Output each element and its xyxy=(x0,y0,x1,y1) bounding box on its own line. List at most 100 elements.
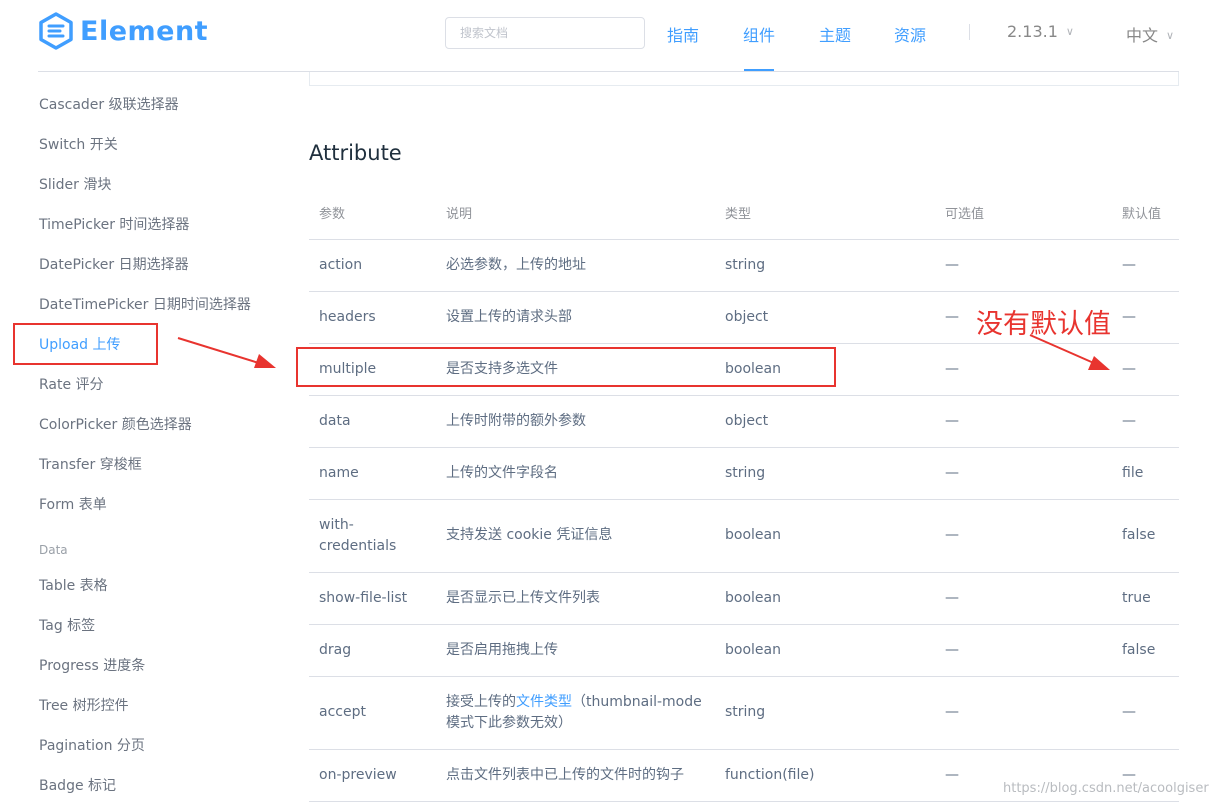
sidebar-item-tree[interactable]: Tree 树形控件 xyxy=(39,695,129,715)
sidebar-item-badge[interactable]: Badge 标记 xyxy=(39,775,116,795)
sidebar-item-switch[interactable]: Switch 开关 xyxy=(39,134,118,154)
upload-highlight-box xyxy=(13,323,158,365)
annotation-text: 没有默认值 xyxy=(976,309,1111,340)
chevron-down-icon: ∨ xyxy=(1166,29,1175,42)
cell-default: file xyxy=(1112,447,1179,500)
sidebar-item-form[interactable]: Form 表单 xyxy=(39,494,107,514)
cell-default: false xyxy=(1112,499,1179,573)
nav-guide[interactable]: 指南 xyxy=(667,22,699,46)
logo[interactable]: Element xyxy=(38,12,208,50)
cell-options: — xyxy=(935,676,1112,750)
cell-param: data xyxy=(309,395,436,448)
col-header-desc: 说明 xyxy=(436,187,715,240)
sidebar-item-datepicker[interactable]: DatePicker 日期选择器 xyxy=(39,254,189,274)
sidebar-item-cascader[interactable]: Cascader 级联选择器 xyxy=(39,94,179,114)
cell-type: string xyxy=(715,676,935,750)
sidebar-item-table[interactable]: Table 表格 xyxy=(39,575,108,595)
cell-param: action xyxy=(309,239,436,292)
file-type-link[interactable]: 文件类型 xyxy=(516,694,572,710)
cell-type: boolean xyxy=(715,572,935,625)
language-dropdown[interactable]: 中文 ∨ xyxy=(1126,22,1174,46)
cell-desc: 支持发送 cookie 凭证信息 xyxy=(436,499,715,573)
cell-type: string xyxy=(715,447,935,500)
cell-type: object xyxy=(715,395,935,448)
attribute-table: 参数 说明 类型 可选值 默认值 action 必选参数，上传的地址 strin… xyxy=(309,187,1179,802)
cell-param: drag xyxy=(309,624,436,677)
element-logo-icon xyxy=(39,12,73,50)
table-row: data 上传时附带的额外参数 object — — xyxy=(309,395,1179,448)
cell-param: show-file-list xyxy=(309,572,436,625)
logo-text: Element xyxy=(80,15,209,47)
sidebar-item-timepicker[interactable]: TimePicker 时间选择器 xyxy=(39,214,189,234)
table-row: show-file-list 是否显示已上传文件列表 boolean — tru… xyxy=(309,572,1179,625)
table-row: drag 是否启用拖拽上传 boolean — false xyxy=(309,624,1179,677)
multiple-row-highlight-box xyxy=(296,347,836,387)
cell-desc: 必选参数，上传的地址 xyxy=(436,239,715,292)
cell-options: — xyxy=(935,395,1112,448)
cell-type: boolean xyxy=(715,499,935,573)
cell-desc: 点击文件列表中已上传的文件时的钩子 xyxy=(436,749,715,802)
table-row: accept 接受上传的文件类型（thumbnail-mode 模式下此参数无效）… xyxy=(309,676,1179,750)
sidebar-item-tag[interactable]: Tag 标签 xyxy=(39,615,95,635)
cell-options: — xyxy=(935,572,1112,625)
col-header-default: 默认值 xyxy=(1112,187,1179,240)
table-row: name 上传的文件字段名 string — file xyxy=(309,447,1179,500)
language-label: 中文 xyxy=(1126,26,1159,45)
cell-desc: 是否启用拖拽上传 xyxy=(436,624,715,677)
sidebar-item-progress[interactable]: Progress 进度条 xyxy=(39,655,145,675)
cell-desc: 是否显示已上传文件列表 xyxy=(436,572,715,625)
cell-param: with-credentials xyxy=(309,499,436,573)
sidebar-item-datetimepicker[interactable]: DateTimePicker 日期时间选择器 xyxy=(39,294,251,314)
search-input[interactable] xyxy=(445,17,645,49)
version-label: 2.13.1 xyxy=(1007,22,1058,41)
nav-divider xyxy=(969,24,970,40)
cell-type: function(file) xyxy=(715,749,935,802)
cell-default: false xyxy=(1112,624,1179,677)
cell-options: — xyxy=(935,499,1112,573)
cell-default: — xyxy=(1112,239,1179,292)
cell-type: boolean xyxy=(715,624,935,677)
nav-components[interactable]: 组件 xyxy=(743,22,775,46)
chevron-down-icon: ∨ xyxy=(1065,25,1074,38)
demo-block-bottom xyxy=(309,72,1179,86)
cell-param: on-preview xyxy=(309,749,436,802)
cell-default: — xyxy=(1112,676,1179,750)
top-header: Element 指南 组件 主题 资源 2.13.1 ∨ 中文 ∨ xyxy=(0,0,1231,72)
sidebar-item-slider[interactable]: Slider 滑块 xyxy=(39,174,111,194)
cell-desc: 设置上传的请求头部 xyxy=(436,291,715,344)
sidebar-item-colorpicker[interactable]: ColorPicker 颜色选择器 xyxy=(39,414,192,434)
col-header-param: 参数 xyxy=(309,187,436,240)
cell-options: — xyxy=(935,343,1112,396)
cell-default: — xyxy=(1112,343,1179,396)
watermark: https://blog.csdn.net/acoolgiser xyxy=(1003,781,1209,796)
section-title: Attribute xyxy=(309,141,402,165)
sidebar-item-pagination[interactable]: Pagination 分页 xyxy=(39,735,145,755)
sidebar-group-data: Data xyxy=(39,543,68,557)
cell-type: string xyxy=(715,239,935,292)
sidebar: Cascader 级联选择器 Switch 开关 Slider 滑块 TimeP… xyxy=(38,72,298,808)
cell-param-line2: credentials xyxy=(319,537,397,554)
cell-type: object xyxy=(715,291,935,344)
cell-param-line1: with- xyxy=(319,516,354,533)
desc-text: 接受上传的 xyxy=(446,693,516,710)
cell-desc: 接受上传的文件类型（thumbnail-mode 模式下此参数无效） xyxy=(436,676,715,750)
cell-default: — xyxy=(1112,395,1179,448)
sidebar-item-rate[interactable]: Rate 评分 xyxy=(39,374,104,394)
table-row: with-credentials 支持发送 cookie 凭证信息 boolea… xyxy=(309,499,1179,573)
cell-default: true xyxy=(1112,572,1179,625)
desc-text: 模式下此参数无效） xyxy=(446,714,572,731)
cell-default: — xyxy=(1112,291,1179,344)
cell-options: — xyxy=(935,447,1112,500)
nav-theme[interactable]: 主题 xyxy=(819,22,851,46)
sidebar-item-transfer[interactable]: Transfer 穿梭框 xyxy=(39,454,142,474)
desc-text: （thumbnail-mode xyxy=(572,693,702,710)
cell-desc: 上传的文件字段名 xyxy=(436,447,715,500)
cell-param: accept xyxy=(309,676,436,750)
table-row: action 必选参数，上传的地址 string — — xyxy=(309,239,1179,292)
version-dropdown[interactable]: 2.13.1 ∨ xyxy=(1007,22,1074,41)
col-header-type: 类型 xyxy=(715,187,935,240)
nav-resources[interactable]: 资源 xyxy=(894,22,926,46)
col-header-options: 可选值 xyxy=(935,187,1112,240)
table-header-row: 参数 说明 类型 可选值 默认值 xyxy=(309,187,1179,240)
cell-options: — xyxy=(935,624,1112,677)
